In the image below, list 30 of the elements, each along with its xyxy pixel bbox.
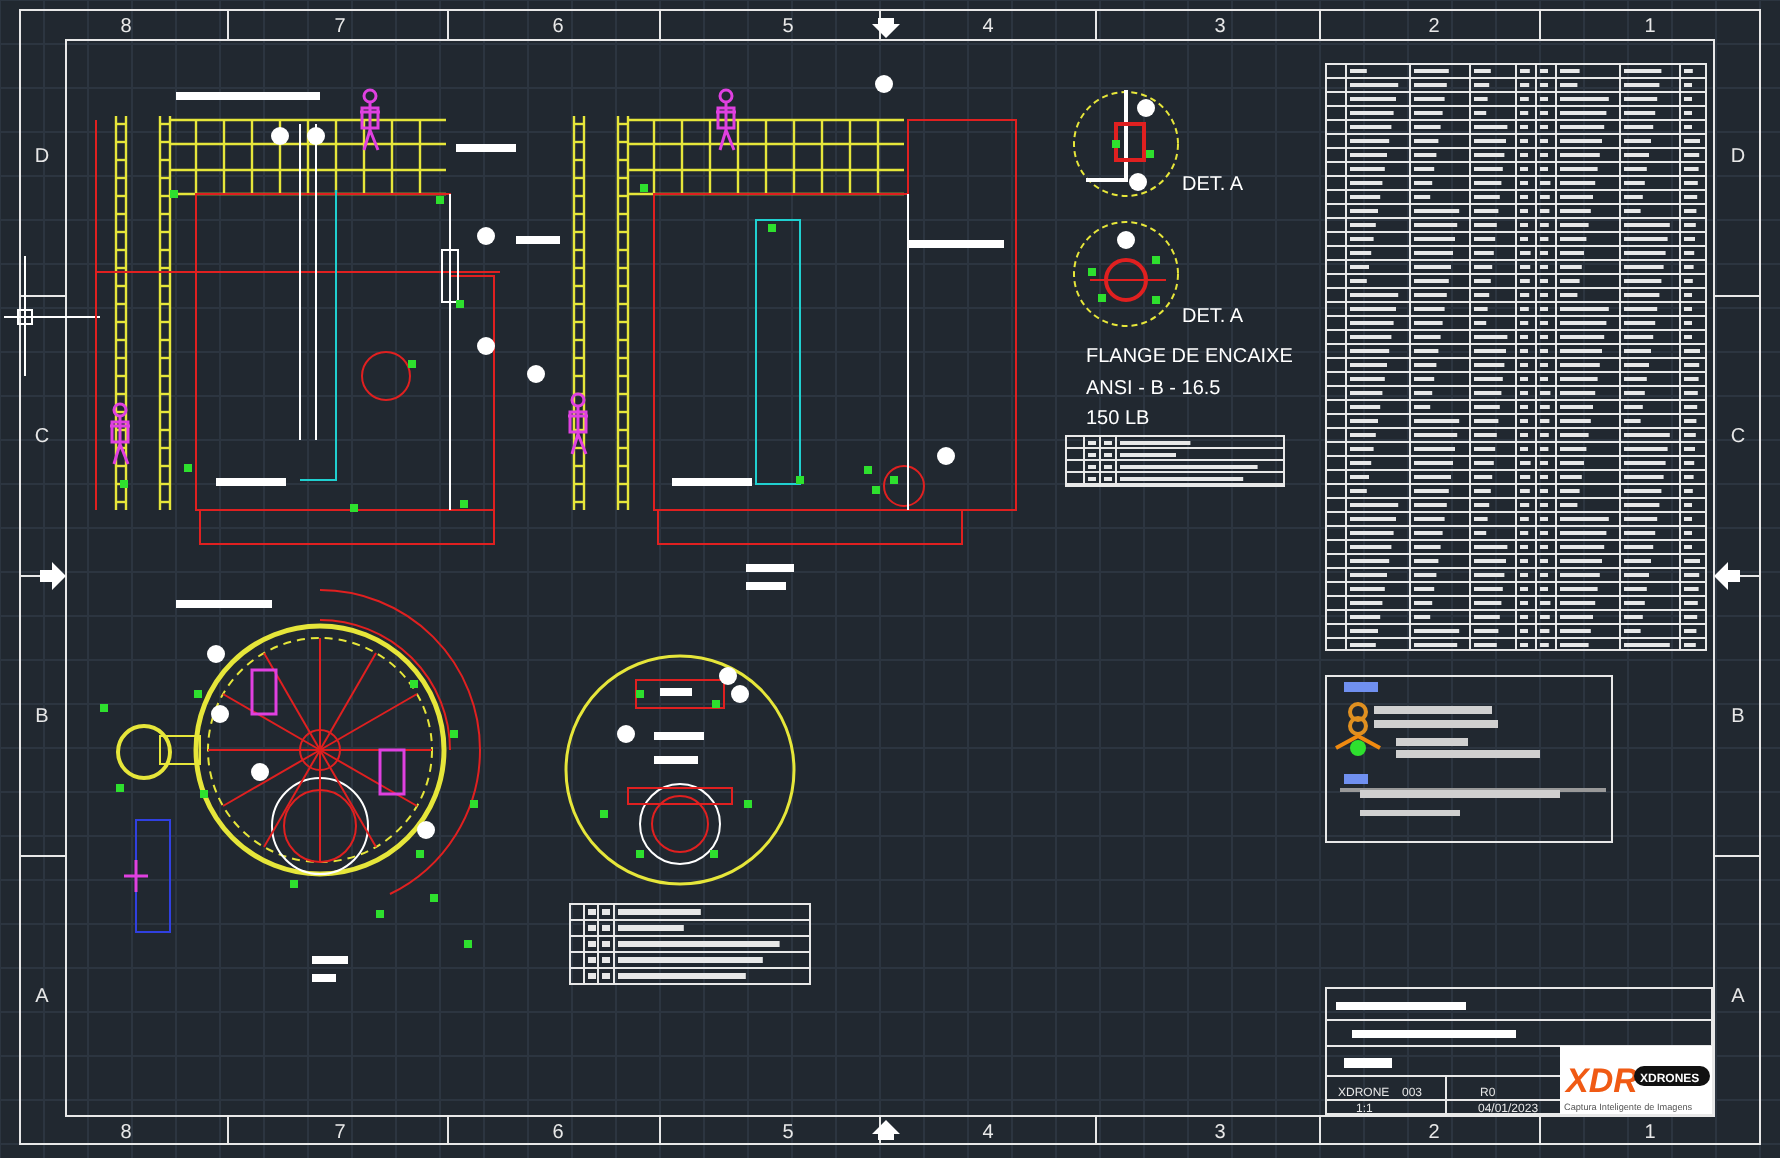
column-label: 4 — [982, 1122, 994, 1144]
column-label: 8 — [120, 1122, 132, 1144]
note-text: FLANGE DE ENCAIXE — [1086, 346, 1293, 368]
column-label: 8 — [120, 16, 132, 38]
column-label: 3 — [1214, 16, 1226, 38]
column-label: 4 — [982, 16, 994, 38]
row-label: A — [35, 986, 49, 1008]
row-label: B — [1731, 706, 1745, 728]
row-label: C — [1730, 426, 1746, 448]
column-label: 1 — [1644, 1122, 1656, 1144]
column-label: 1 — [1644, 16, 1656, 38]
detail-label: DET. A — [1182, 306, 1244, 328]
detail-label: DET. A — [1182, 174, 1244, 196]
column-label: 5 — [782, 16, 794, 38]
row-label: A — [1731, 986, 1745, 1008]
column-label: 5 — [782, 1122, 794, 1144]
row-label: C — [34, 426, 50, 448]
column-label: 2 — [1428, 16, 1440, 38]
note-text: ANSI - B - 16.5 — [1086, 378, 1221, 400]
column-label: 2 — [1428, 1122, 1440, 1144]
row-label: B — [35, 706, 49, 728]
column-label: 7 — [334, 1122, 346, 1144]
column-label: 3 — [1214, 1122, 1226, 1144]
note-text: 150 LB — [1086, 408, 1150, 430]
row-label: D — [34, 146, 50, 168]
column-label: 7 — [334, 16, 346, 38]
column-label: 6 — [552, 1122, 564, 1144]
column-label: 6 — [552, 16, 564, 38]
logo-mark: XDR — [1566, 1062, 1638, 1100]
row-label: D — [1730, 146, 1746, 168]
